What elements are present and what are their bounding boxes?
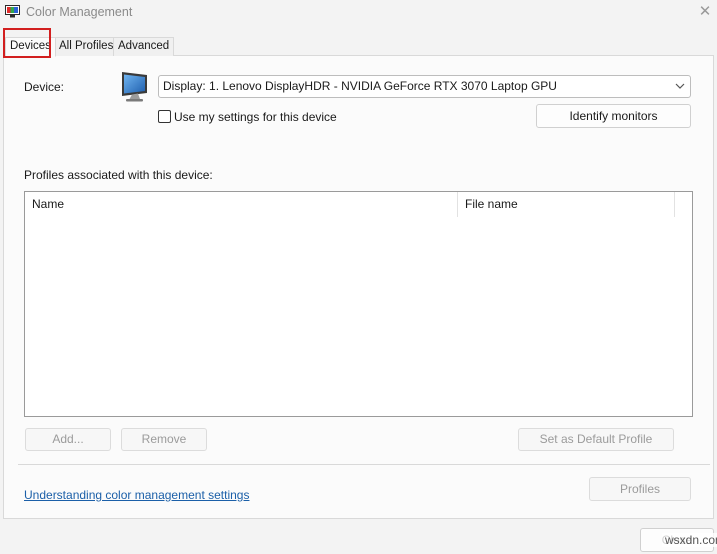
remove-button[interactable]: Remove [121,428,207,451]
monitor-icon [119,69,153,103]
color-management-icon [5,5,20,18]
divider [18,464,710,465]
device-select-value: Display: 1. Lenovo DisplayHDR - NVIDIA G… [163,79,557,93]
column-divider[interactable] [674,192,675,217]
column-header-file-name[interactable]: File name [458,192,674,217]
title-bar: Color Management ✕ [0,0,717,26]
add-button[interactable]: Add... [25,428,111,451]
chevron-down-icon [674,76,686,97]
identify-monitors-button[interactable]: Identify monitors [536,104,691,128]
profiles-list[interactable]: Name File name [24,191,693,417]
color-settings-help-link[interactable]: Understanding color management settings [24,488,249,502]
close-icon[interactable]: ✕ [694,1,716,23]
device-select[interactable]: Display: 1. Lenovo DisplayHDR - NVIDIA G… [158,75,691,98]
tab-all-profiles[interactable]: All Profiles [54,37,119,56]
profiles-caption: Profiles associated with this device: [24,168,213,182]
use-my-settings-label: Use my settings for this device [174,110,337,124]
device-label: Device: [24,80,65,94]
column-header-name[interactable]: Name [25,192,457,217]
watermark: wsxdn.com [662,533,717,547]
tab-devices[interactable]: Devices [5,37,56,57]
use-my-settings-checkbox[interactable] [158,110,171,123]
tab-advanced[interactable]: Advanced [113,37,175,56]
set-default-profile-button[interactable]: Set as Default Profile [518,428,674,451]
profiles-button[interactable]: Profiles [589,477,691,501]
window-title: Color Management [26,5,133,19]
